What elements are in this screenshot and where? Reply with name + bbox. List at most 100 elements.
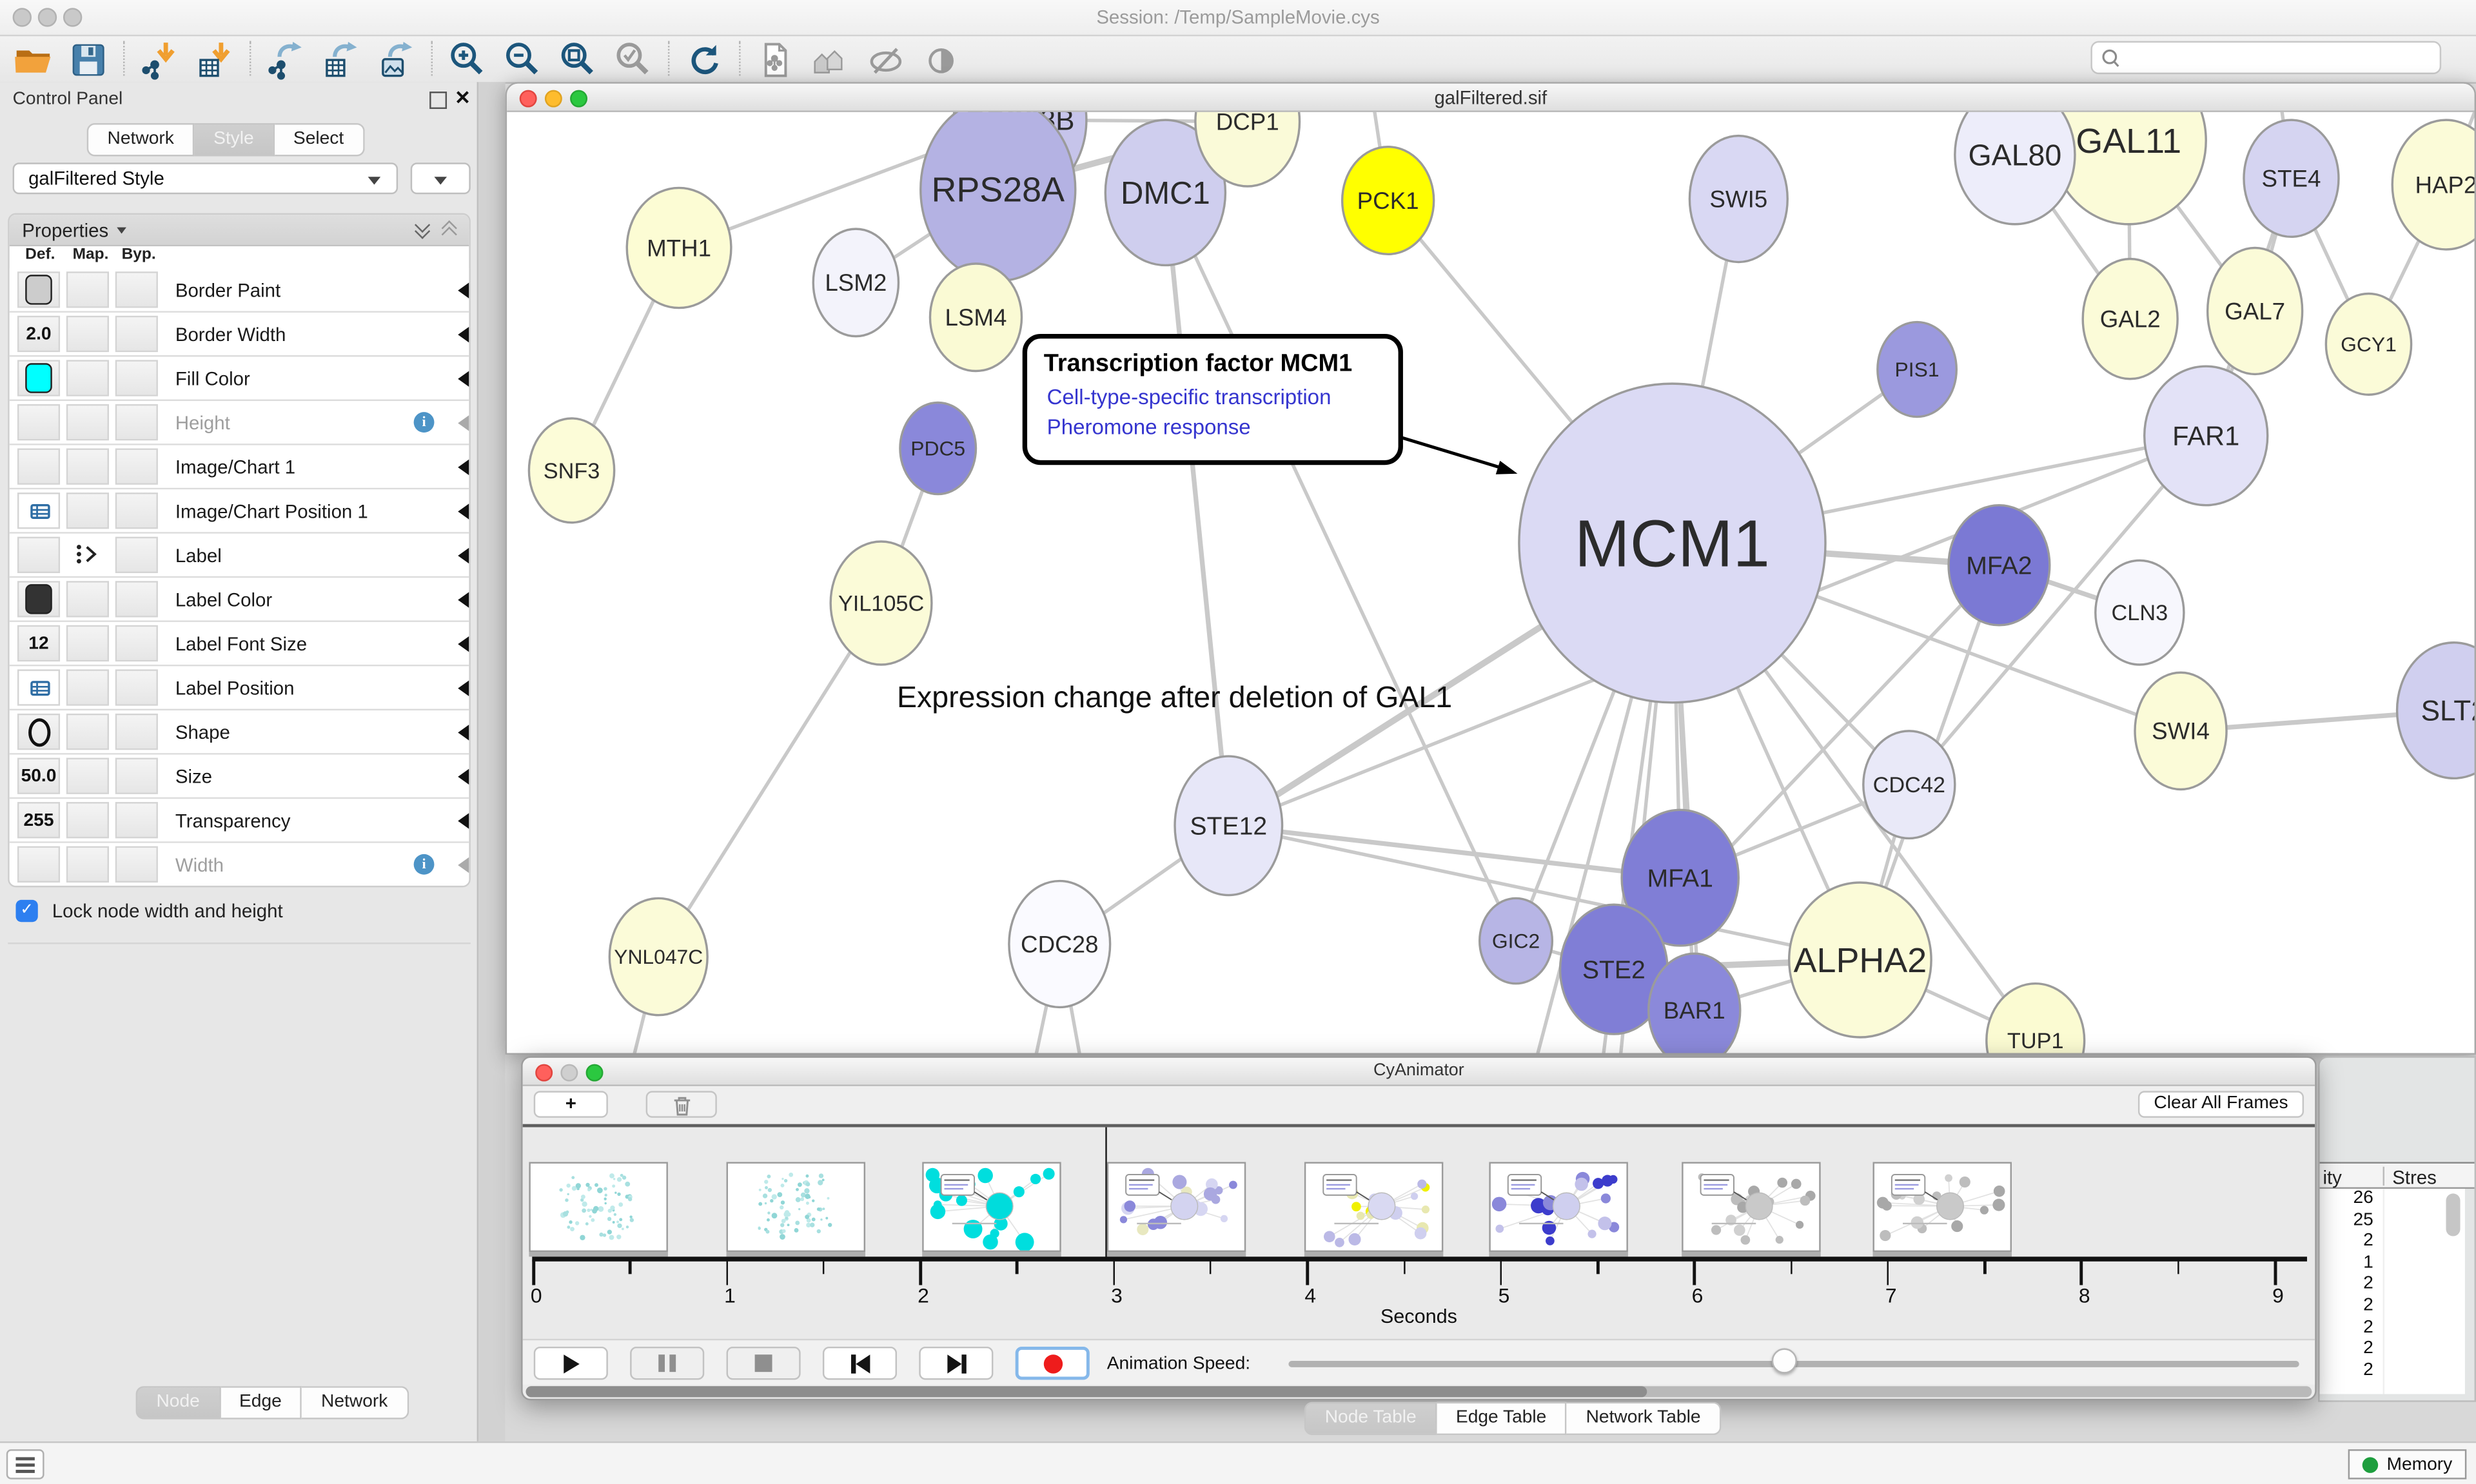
zoom-out-icon[interactable] (499, 38, 546, 81)
network-node-LSM4[interactable]: LSM4 (930, 264, 1021, 371)
export-network-icon[interactable] (262, 38, 310, 81)
network-node-CDC42[interactable]: CDC42 (1863, 731, 1955, 839)
network-node-LSM2[interactable]: LSM2 (813, 229, 898, 337)
play-button[interactable] (534, 1347, 608, 1380)
info-icon[interactable]: i (414, 412, 435, 433)
panel-menu-button[interactable] (6, 1449, 44, 1479)
timeline-frame-0[interactable] (529, 1162, 668, 1252)
expand-all-icon[interactable] (417, 219, 428, 237)
annotation-link[interactable]: Pheromone response (1047, 415, 1251, 439)
scrollbar-thumb[interactable] (526, 1386, 1647, 1397)
refresh-icon[interactable] (681, 38, 728, 81)
network-node-HAP2[interactable]: HAP2 (2392, 120, 2474, 249)
timeline-frame-4[interactable] (1304, 1162, 1444, 1252)
panel-divider[interactable] (478, 82, 506, 1441)
network-node-PIS1[interactable]: PIS1 (1878, 322, 1956, 417)
property-c1-cell[interactable] (17, 714, 60, 750)
network-node-MTH1[interactable]: MTH1 (627, 188, 731, 308)
property-row-image-chart-position-1[interactable]: Image/Chart Position 1 (10, 489, 469, 534)
timeline-scrollbar[interactable] (526, 1386, 2312, 1397)
table-cell[interactable]: 2 (2320, 1360, 2373, 1381)
network-node-YIL105C[interactable]: YIL105C (830, 542, 932, 665)
property-c2-cell[interactable] (66, 758, 109, 794)
speed-slider-knob[interactable] (1772, 1348, 1797, 1373)
network-node-GAL2[interactable]: GAL2 (2083, 259, 2177, 379)
network-node-FAR1[interactable]: FAR1 (2145, 366, 2268, 505)
expand-row-icon[interactable] (458, 503, 469, 519)
network-document-icon[interactable] (752, 38, 799, 81)
timeline-frame-5[interactable] (1489, 1162, 1628, 1252)
property-c2-cell[interactable] (66, 404, 109, 440)
timeline-frame-2[interactable] (922, 1162, 1061, 1252)
property-row-label-position[interactable]: Label Position (10, 666, 469, 710)
network-node-GIC2[interactable]: GIC2 (1480, 898, 1553, 983)
property-c1-cell[interactable] (17, 581, 60, 617)
column-header-stress[interactable]: Stres (2392, 1167, 2437, 1189)
property-row-border-paint[interactable]: Border Paint (10, 268, 469, 313)
network-node-GAL80[interactable]: GAL80 (1955, 112, 2075, 224)
table-cell[interactable]: 2 (2320, 1318, 2373, 1339)
expand-row-icon[interactable] (458, 725, 469, 740)
property-c2-cell[interactable] (66, 714, 109, 750)
property-row-fill-color[interactable]: Fill Color (10, 356, 469, 401)
group-nodes-icon[interactable] (807, 38, 854, 81)
table-tab-edge-table[interactable]: Edge Table (1437, 1402, 1567, 1435)
table-cell[interactable]: 25 (2320, 1210, 2373, 1231)
property-c2-cell[interactable] (66, 846, 109, 883)
expand-row-icon[interactable] (458, 548, 469, 563)
open-folder-icon[interactable] (10, 38, 57, 81)
export-image-icon[interactable] (373, 38, 420, 81)
property-c2-cell[interactable] (66, 449, 109, 485)
close-panel-icon[interactable]: ✕ (455, 87, 471, 109)
property-c2-cell[interactable] (66, 537, 109, 573)
next-frame-button[interactable] (919, 1347, 993, 1380)
property-c3-cell[interactable] (115, 581, 158, 617)
float-panel-icon[interactable] (429, 92, 447, 109)
property-row-width[interactable]: Widthi (10, 843, 469, 888)
network-node-MFA2[interactable]: MFA2 (1949, 505, 2050, 625)
network-node-BAR1[interactable]: BAR1 (1649, 953, 1740, 1055)
expand-row-icon[interactable] (458, 857, 469, 873)
table-tab-network-table[interactable]: Network Table (1567, 1402, 1721, 1435)
info-icon[interactable]: i (414, 854, 435, 875)
property-c2-cell[interactable] (66, 493, 109, 529)
property-c1-cell[interactable] (17, 493, 60, 529)
zoom-in-icon[interactable] (444, 38, 491, 81)
property-row-label[interactable]: Label (10, 534, 469, 578)
network-node-SWI5[interactable]: SWI5 (1689, 136, 1787, 262)
property-row-image-chart-1[interactable]: Image/Chart 1 (10, 445, 469, 490)
property-c1-cell[interactable] (17, 537, 60, 573)
property-c3-cell[interactable] (115, 271, 158, 308)
property-c3-cell[interactable] (115, 758, 158, 794)
expand-row-icon[interactable] (458, 592, 469, 607)
property-row-height[interactable]: Heighti (10, 401, 469, 445)
expand-row-icon[interactable] (458, 282, 469, 298)
network-node-ALPHA2[interactable]: ALPHA2 (1789, 883, 1931, 1037)
timeline-frame-3[interactable] (1107, 1162, 1246, 1252)
property-row-shape[interactable]: Shape (10, 710, 469, 755)
network-node-YNL047C[interactable]: YNL047C (609, 898, 707, 1015)
property-c2-cell[interactable] (66, 271, 109, 308)
network-node-GAL7[interactable]: GAL7 (2208, 248, 2303, 374)
network-node-CDC28[interactable]: CDC28 (1009, 881, 1110, 1008)
table-scrollbar[interactable] (2446, 1193, 2460, 1236)
style-selector[interactable]: galFiltered Style (13, 162, 398, 194)
timeline-frame-6[interactable] (1682, 1162, 1821, 1252)
property-row-transparency[interactable]: 255Transparency (10, 799, 469, 843)
export-table-icon[interactable] (317, 38, 364, 81)
zoom-fit-icon[interactable] (555, 38, 602, 81)
property-row-label-font-size[interactable]: 12Label Font Size (10, 622, 469, 667)
property-c3-cell[interactable] (115, 360, 158, 396)
property-c2-cell[interactable] (66, 669, 109, 705)
property-c3-cell[interactable] (115, 669, 158, 705)
property-c3-cell[interactable] (115, 802, 158, 838)
property-c3-cell[interactable] (115, 537, 158, 573)
column-header-ity[interactable]: ity (2323, 1167, 2341, 1189)
network-node-SNF3[interactable]: SNF3 (529, 418, 614, 523)
pause-button[interactable] (630, 1347, 704, 1380)
property-c1-cell[interactable] (17, 669, 60, 705)
network-node-PCK1[interactable]: PCK1 (1342, 147, 1434, 255)
property-c1-cell[interactable] (17, 271, 60, 308)
network-node-STE12[interactable]: STE12 (1175, 756, 1282, 895)
table-cell[interactable]: 2 (2320, 1296, 2373, 1318)
